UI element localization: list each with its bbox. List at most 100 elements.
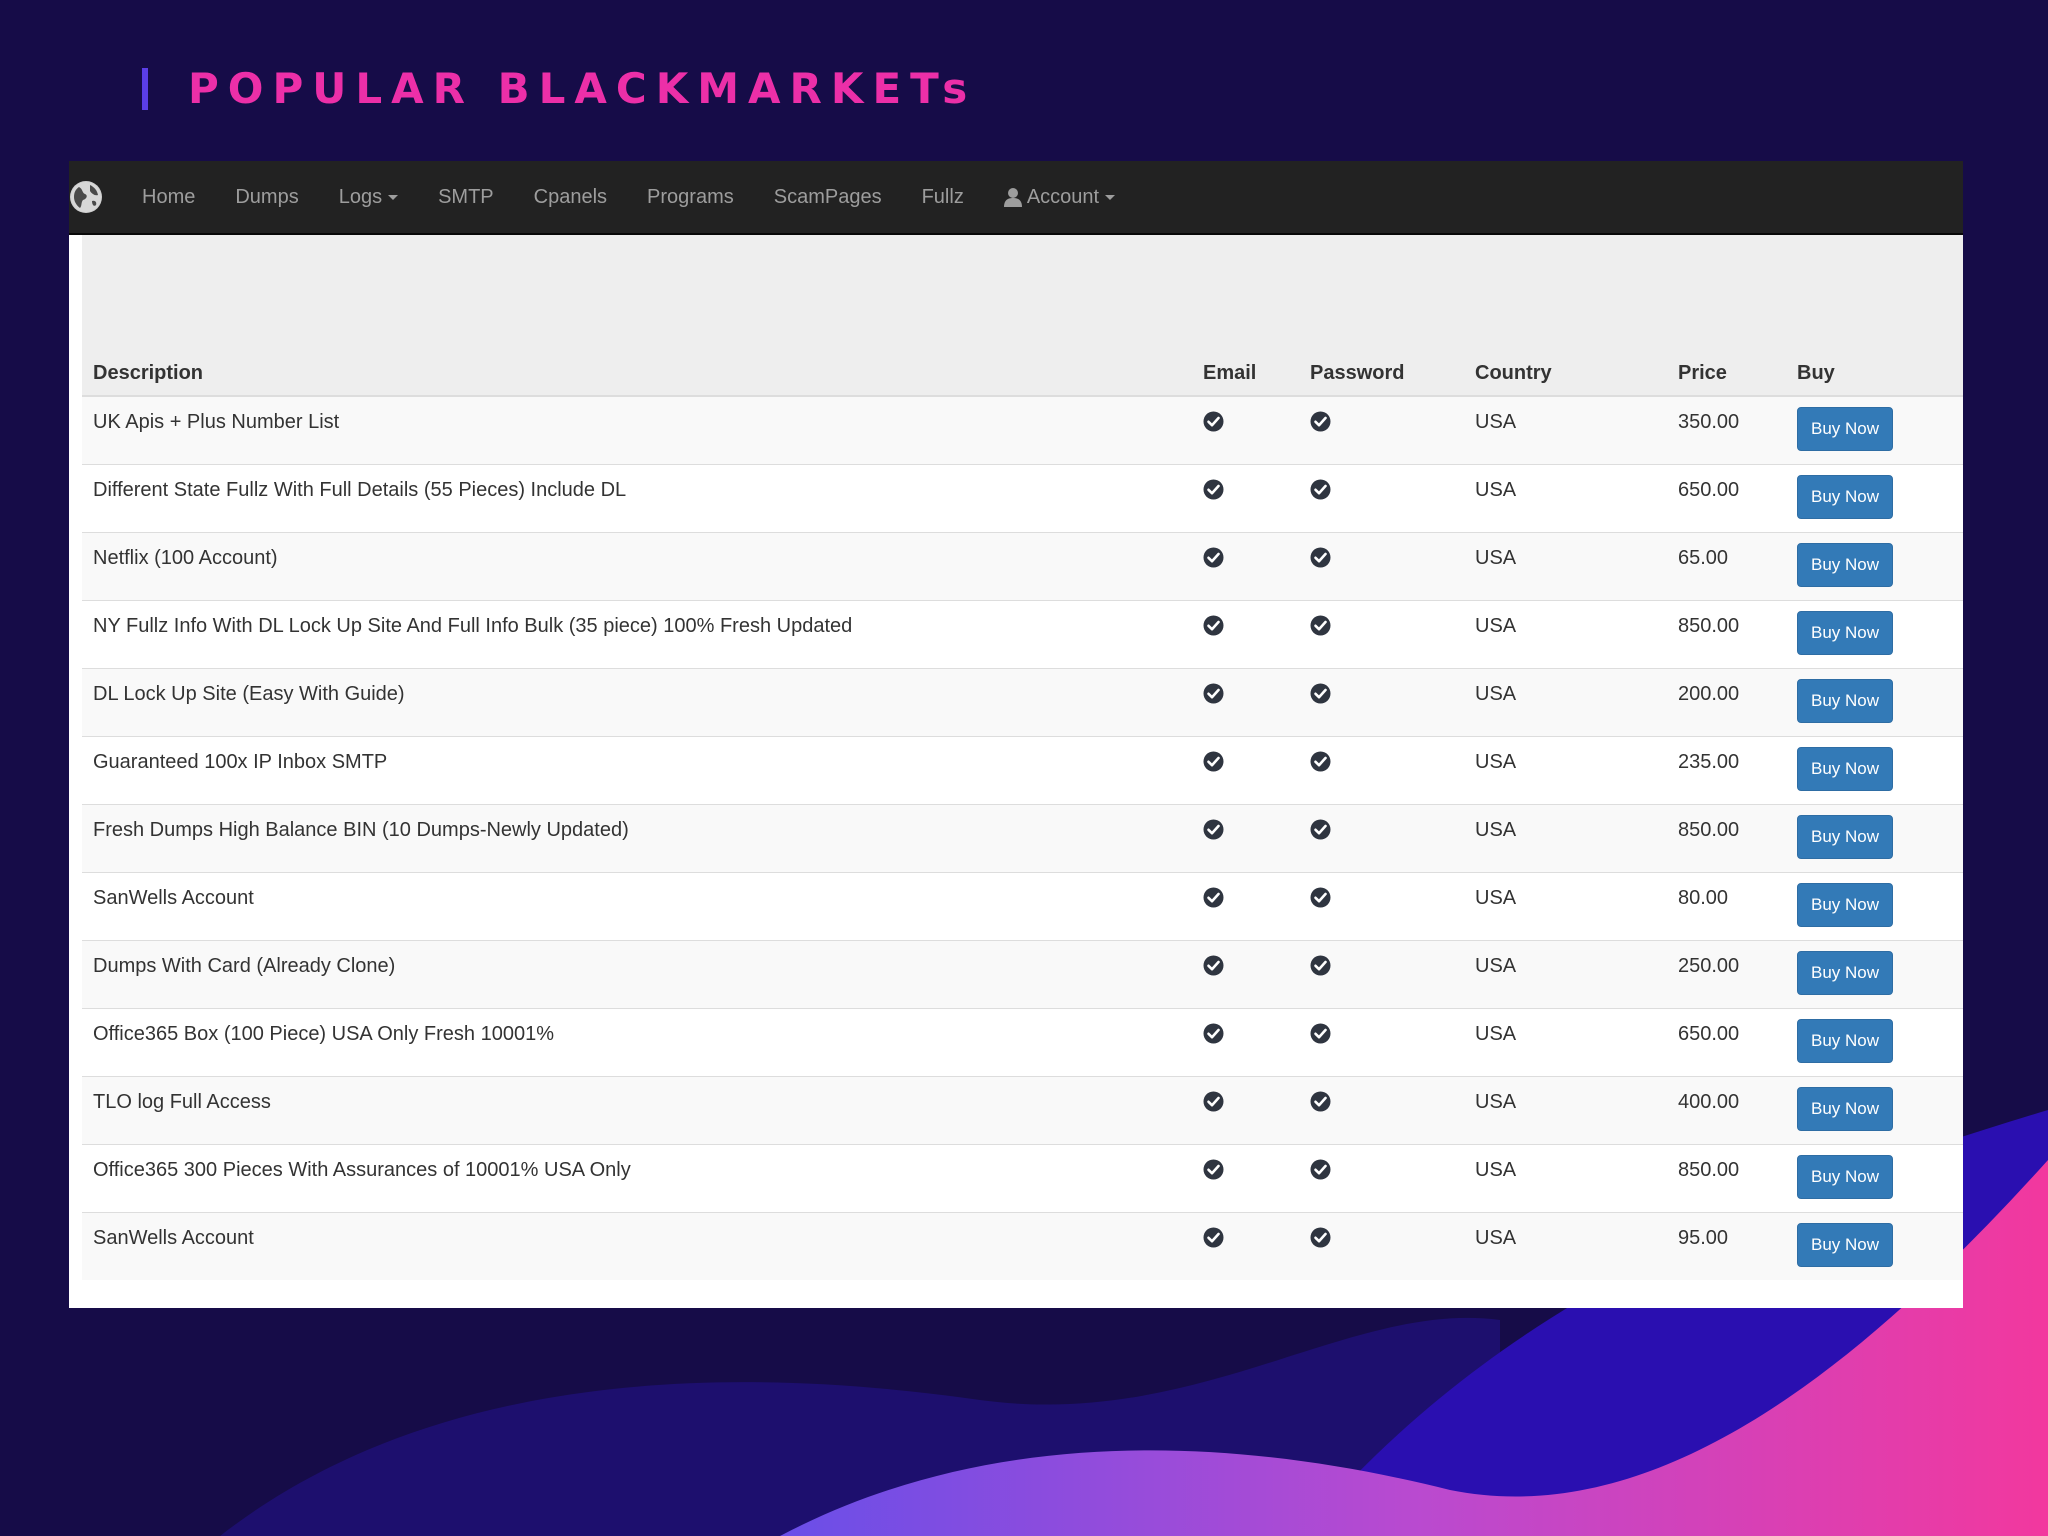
price-cell: 650.00 <box>1667 1007 1786 1076</box>
email-cell <box>1192 463 1299 532</box>
navbar: Home Dumps Logs SMTP Cpanels Programs ScamPage… <box>69 161 1963 235</box>
country-cell: USA <box>1464 395 1667 464</box>
table-body: UK Apis + Plus Number List USA 350.00 Buy N… <box>82 395 1963 1280</box>
buy-cell: Buy Now <box>1786 735 1963 804</box>
buy-now-button[interactable]: Buy Now <box>1797 1154 1893 1199</box>
table-row: Netflix (100 Account) USA 65.00 Buy Now <box>82 531 1963 600</box>
buy-cell: Buy Now <box>1786 599 1963 668</box>
header-price: Price <box>1667 351 1786 397</box>
description-cell: Office365 300 Pieces With Assurances of … <box>82 1143 1192 1212</box>
header-email: Email <box>1192 351 1299 397</box>
check-circle-icon <box>1203 819 1224 845</box>
password-cell <box>1299 395 1464 464</box>
check-circle-icon <box>1310 1023 1331 1049</box>
email-cell <box>1192 939 1299 1008</box>
nav-item-cpanels[interactable]: Cpanels <box>534 186 607 209</box>
description-cell: UK Apis + Plus Number List <box>82 395 1192 464</box>
email-cell <box>1192 395 1299 464</box>
email-cell <box>1192 531 1299 600</box>
buy-now-button[interactable]: Buy Now <box>1797 678 1893 723</box>
slide-title: POPULAR BLACKMARKETs <box>142 64 976 113</box>
password-cell <box>1299 803 1464 872</box>
nav-item-logs[interactable]: Logs <box>338 185 399 209</box>
check-circle-icon <box>1203 1091 1224 1117</box>
table-row: NY Fullz Info With DL Lock Up Site And F… <box>82 599 1963 668</box>
check-circle-icon <box>1203 479 1224 505</box>
buy-now-button[interactable]: Buy Now <box>1797 1018 1893 1063</box>
buy-cell: Buy Now <box>1786 803 1963 872</box>
check-circle-icon <box>1310 887 1331 913</box>
password-cell <box>1299 871 1464 940</box>
buy-now-button[interactable]: Buy Now <box>1797 610 1893 655</box>
password-cell <box>1299 735 1464 804</box>
nav-item-dumps[interactable]: Dumps <box>235 186 298 209</box>
email-cell <box>1192 735 1299 804</box>
description-cell: SanWells Account <box>82 871 1192 940</box>
nav-item-account[interactable]: Account <box>1003 185 1116 209</box>
nav-item-label: Account <box>1026 185 1100 208</box>
price-cell: 650.00 <box>1667 463 1786 532</box>
buy-now-button[interactable]: Buy Now <box>1797 542 1893 587</box>
check-circle-icon <box>1310 615 1331 641</box>
check-circle-icon <box>1310 955 1331 981</box>
buy-cell: Buy Now <box>1786 871 1963 940</box>
check-circle-icon <box>1203 683 1224 709</box>
description-cell: Guaranteed 100x IP Inbox SMTP <box>82 735 1192 804</box>
caret-down-icon <box>388 194 399 200</box>
buy-now-button[interactable]: Buy Now <box>1797 814 1893 859</box>
header-country: Country <box>1464 351 1667 397</box>
nav-item-smtp[interactable]: SMTP <box>438 186 494 209</box>
description-cell: DL Lock Up Site (Easy With Guide) <box>82 667 1192 736</box>
country-cell: USA <box>1464 939 1667 1008</box>
password-cell <box>1299 1075 1464 1144</box>
password-cell <box>1299 1007 1464 1076</box>
price-cell: 80.00 <box>1667 871 1786 940</box>
country-cell: USA <box>1464 599 1667 668</box>
check-circle-icon <box>1203 887 1224 913</box>
nav-item-home[interactable]: Home <box>142 186 195 209</box>
buy-now-button[interactable]: Buy Now <box>1797 950 1893 995</box>
table-row: Office365 Box (100 Piece) USA Only Fresh… <box>82 1007 1963 1076</box>
header-description: Description <box>82 351 1192 397</box>
nav-item-scampages[interactable]: ScamPages <box>774 186 882 209</box>
password-cell <box>1299 531 1464 600</box>
buy-now-button[interactable]: Buy Now <box>1797 407 1893 451</box>
buy-now-button[interactable]: Buy Now <box>1797 1086 1893 1131</box>
slide-title-text: POPULAR BLACKMARKETs <box>188 64 977 113</box>
header-password: Password <box>1299 351 1464 397</box>
user-icon <box>1003 187 1022 207</box>
country-cell: USA <box>1464 803 1667 872</box>
password-cell <box>1299 1143 1464 1212</box>
buy-cell: Buy Now <box>1786 463 1963 532</box>
check-circle-icon <box>1203 1227 1224 1253</box>
globe-icon[interactable] <box>70 181 102 213</box>
nav-item-fullz[interactable]: Fullz <box>922 186 964 209</box>
nav-item-programs[interactable]: Programs <box>647 186 734 209</box>
check-circle-icon <box>1203 547 1224 573</box>
buy-cell: Buy Now <box>1786 1007 1963 1076</box>
price-cell: 350.00 <box>1667 395 1786 464</box>
password-cell <box>1299 939 1464 1008</box>
country-cell: USA <box>1464 735 1667 804</box>
country-cell: USA <box>1464 1007 1667 1076</box>
price-cell: 850.00 <box>1667 803 1786 872</box>
nav-item-label: Logs <box>338 185 383 208</box>
description-cell: Office365 Box (100 Piece) USA Only Fresh… <box>82 1007 1192 1076</box>
table-row: Different State Fullz With Full Details … <box>82 463 1963 532</box>
table-row: Dumps With Card (Already Clone) USA 250.00… <box>82 939 1963 1008</box>
country-cell: USA <box>1464 1211 1667 1280</box>
country-cell: USA <box>1464 463 1667 532</box>
description-cell: Different State Fullz With Full Details … <box>82 463 1192 532</box>
buy-now-button[interactable]: Buy Now <box>1797 474 1893 519</box>
title-accent-bar <box>142 67 148 110</box>
description-cell: SanWells Account <box>82 1211 1192 1280</box>
table-row: Guaranteed 100x IP Inbox SMTP USA 235.00 Bu… <box>82 735 1963 804</box>
buy-cell: Buy Now <box>1786 1075 1963 1144</box>
buy-now-button[interactable]: Buy Now <box>1797 882 1893 927</box>
buy-now-button[interactable]: Buy Now <box>1797 746 1893 791</box>
buy-now-button[interactable]: Buy Now <box>1797 1222 1893 1267</box>
table-row: SanWells Account USA 80.00 Buy Now <box>82 871 1963 940</box>
buy-cell: Buy Now <box>1786 1143 1963 1212</box>
price-cell: 95.00 <box>1667 1211 1786 1280</box>
table-row: SanWells Account USA 95.00 Buy Now <box>82 1211 1963 1280</box>
